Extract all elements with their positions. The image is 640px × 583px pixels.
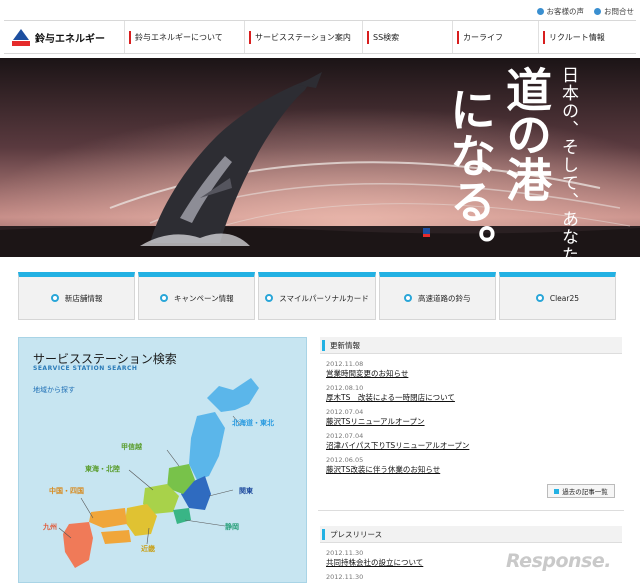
news-item: 2012.07.04 藤沢TSリニューアルオープン xyxy=(326,408,626,427)
contact-label: お問合せ xyxy=(604,7,634,16)
ss-region-suffix: から探す xyxy=(47,386,75,394)
updates-list: 2012.11.08 営業時間変更のお知らせ 2012.08.10 厚木TS 改… xyxy=(326,360,626,480)
response-watermark: Response. xyxy=(506,550,611,572)
bullet-icon xyxy=(536,8,544,15)
customer-voice-link[interactable]: お客様の声 xyxy=(536,6,585,17)
hero-copy: 日本の、そして、あなたの 道の港 になる。 xyxy=(443,66,578,257)
bullet-icon xyxy=(594,8,601,15)
nav-car-life[interactable]: カーライフ xyxy=(452,21,538,53)
map-region-chugoku[interactable] xyxy=(89,508,127,528)
map-region-tohoku[interactable] xyxy=(189,412,225,480)
quick-link-label: 新店舗情報 xyxy=(64,293,103,303)
section-divider xyxy=(318,510,624,511)
quick-link-campaign[interactable]: キャンペーン情報 xyxy=(138,272,256,320)
region-label-chugoku-shikoku[interactable]: 中国・四国 xyxy=(49,486,84,496)
hero-line1: 日本の、そして、あなたの xyxy=(558,66,578,257)
utility-links: お客様の声 お問合せ xyxy=(536,6,634,17)
ss-search-subtitle: SEARVICE STATION SEARCH xyxy=(33,365,138,372)
news-item: 2012.08.10 厚木TS 改装による一時閉店について xyxy=(326,384,626,403)
quick-link-label: スマイルパーソナルカード xyxy=(279,293,369,303)
updates-heading: 更新情報 xyxy=(320,337,622,354)
nav-recruit[interactable]: リクルート情報 xyxy=(538,21,635,53)
circle-icon xyxy=(50,294,59,302)
region-label-kinki[interactable]: 近畿 xyxy=(141,544,155,554)
suzuyo-logo-icon xyxy=(12,28,30,46)
news-date: 2012.07.04 xyxy=(326,408,364,416)
quick-link-highway[interactable]: 高速道路の鈴与 xyxy=(378,272,496,320)
global-nav: 鈴与エネルギー 鈴与エネルギーについて サービスステーション案内 SS検索 カー… xyxy=(4,20,636,54)
press-item: 2012.11.30 xyxy=(326,573,626,581)
map-region-shikoku[interactable] xyxy=(101,530,131,544)
news-date: 2012.08.10 xyxy=(326,384,364,392)
nav-service-stations[interactable]: サービスステーション案内 xyxy=(244,21,362,53)
quick-link-label: 高速道路の鈴与 xyxy=(417,293,471,303)
page: お客様の声 お問合せ 鈴与エネルギー 鈴与エネルギーについて サービスステーショ… xyxy=(0,0,640,583)
news-title-link[interactable]: 営業時間変更のお知らせ xyxy=(326,368,626,379)
circle-icon xyxy=(265,294,274,302)
logo[interactable]: 鈴与エネルギー xyxy=(4,21,124,53)
ss-region-prefix: 地域 xyxy=(33,386,47,394)
news-date: 2012.07.04 xyxy=(326,432,364,440)
quick-link-new-stores[interactable]: 新店舗情報 xyxy=(18,272,136,320)
map-region-shizuoka[interactable] xyxy=(173,508,191,524)
quick-links: 新店舗情報 キャンペーン情報 スマイルパーソナルカード 高速道路の鈴与 Clea… xyxy=(18,272,617,320)
nav-ss-search[interactable]: SS検索 xyxy=(362,21,452,53)
region-label-hokkaido-tohoku[interactable]: 北海道・東北 xyxy=(232,418,274,428)
quick-link-label: キャンペーン情報 xyxy=(173,293,234,303)
ss-region-heading: 地域から探す xyxy=(33,385,75,395)
quick-link-label: Clear25 xyxy=(549,293,579,303)
nav-about[interactable]: 鈴与エネルギーについて xyxy=(124,21,244,53)
circle-icon xyxy=(159,294,168,302)
region-label-koshinetsu[interactable]: 甲信越 xyxy=(121,442,142,452)
region-label-shizuoka[interactable]: 静岡 xyxy=(225,522,239,532)
hero-line2: 道の港 xyxy=(499,66,553,201)
news-date: 2012.06.05 xyxy=(326,456,364,464)
hero-banner: 日本の、そして、あなたの 道の港 になる。 xyxy=(0,58,640,257)
news-date: 2012.11.08 xyxy=(326,360,364,368)
past-articles-label: 過去の記事一覧 xyxy=(562,488,608,496)
region-label-tokai-hokuriku[interactable]: 東海・北陸 xyxy=(85,464,120,474)
news-title-link[interactable]: 沼津バイパス下りTSリニューアルオープン xyxy=(326,440,626,451)
contact-link[interactable]: お問合せ xyxy=(594,6,634,17)
press-date: 2012.11.30 xyxy=(326,573,364,581)
news-title-link[interactable]: 厚木TS 改装による一時閉店について xyxy=(326,392,626,403)
press-heading: プレスリリース xyxy=(320,526,622,543)
hero-line3: になる。 xyxy=(443,86,497,257)
news-title-link[interactable]: 藤沢TS改装に伴う休業のお知らせ xyxy=(326,464,626,475)
news-item: 2012.06.05 藤沢TS改装に伴う休業のお知らせ xyxy=(326,456,626,475)
circle-icon xyxy=(403,294,412,302)
japan-map xyxy=(58,378,259,568)
arrow-icon xyxy=(554,488,560,494)
news-item: 2012.11.08 営業時間変更のお知らせ xyxy=(326,360,626,379)
customer-voice-label: お客様の声 xyxy=(546,7,585,16)
quick-link-clear25[interactable]: Clear25 xyxy=(498,272,617,320)
quick-link-smile-card[interactable]: スマイルパーソナルカード xyxy=(258,272,376,320)
map-region-kyushu[interactable] xyxy=(63,522,93,568)
logo-name: 鈴与エネルギー xyxy=(35,33,105,45)
news-title-link[interactable]: 藤沢TSリニューアルオープン xyxy=(326,416,626,427)
map-region-hokkaido[interactable] xyxy=(207,378,259,412)
region-label-kanto[interactable]: 関東 xyxy=(239,486,253,496)
circle-icon xyxy=(535,294,544,302)
ss-search-panel: サービスステーション検索 SEARVICE STATION SEARCH 地域か… xyxy=(18,337,307,583)
region-label-kyushu[interactable]: 九州 xyxy=(43,522,57,532)
news-item: 2012.07.04 沼津バイパス下りTSリニューアルオープン xyxy=(326,432,626,451)
past-articles-button[interactable]: 過去の記事一覧 xyxy=(547,484,615,498)
